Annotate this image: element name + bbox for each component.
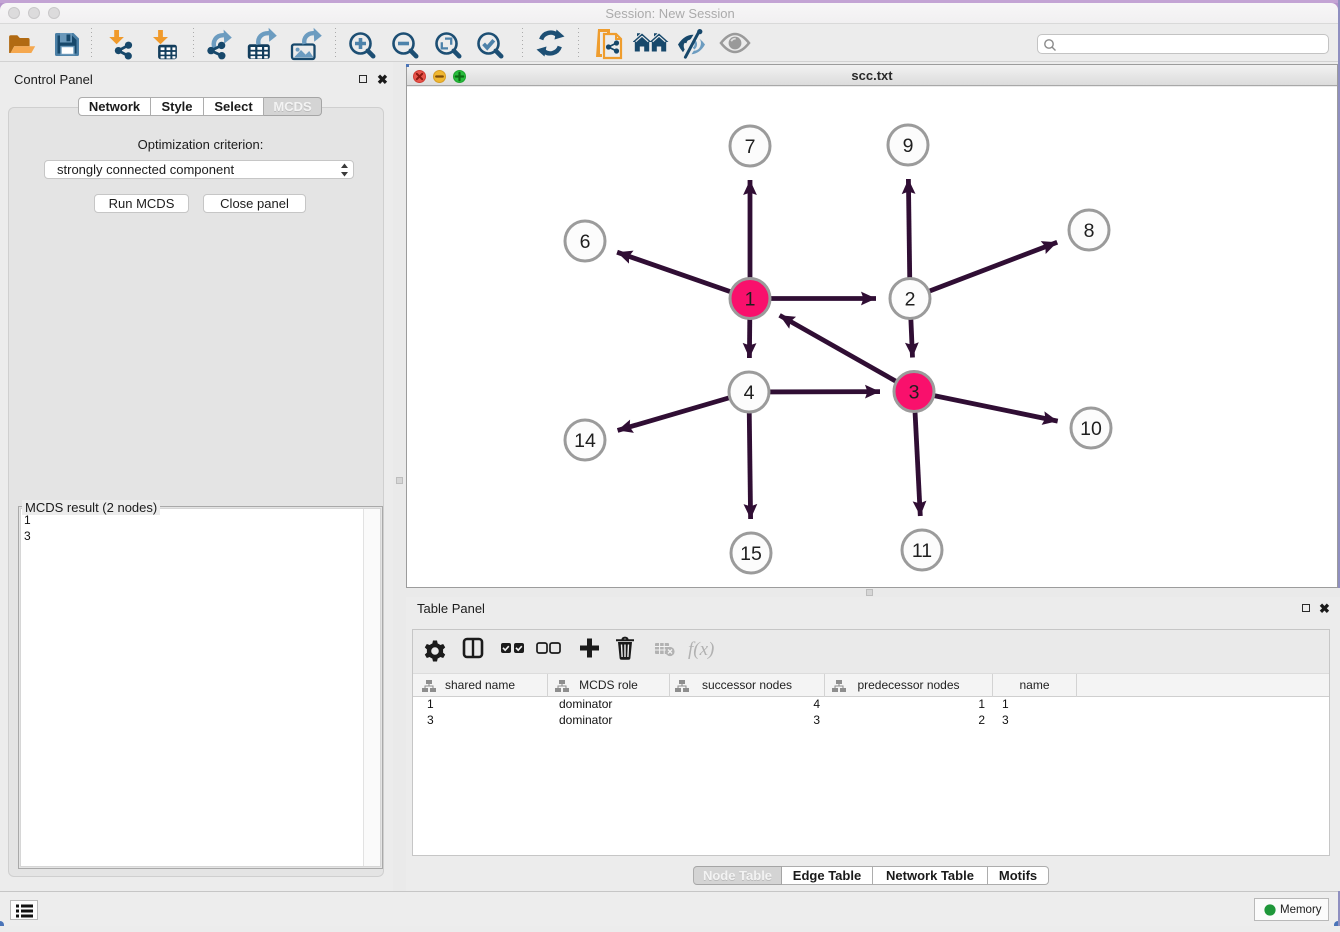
svg-text:3: 3 — [909, 382, 920, 404]
svg-text:7: 7 — [745, 136, 756, 158]
svg-text:10: 10 — [1080, 418, 1102, 440]
svg-text:2: 2 — [905, 289, 916, 311]
svg-text:14: 14 — [574, 430, 596, 452]
svg-text:11: 11 — [912, 540, 932, 562]
svg-text:6: 6 — [580, 231, 591, 253]
svg-text:1: 1 — [745, 289, 756, 311]
svg-text:15: 15 — [740, 543, 762, 565]
svg-text:f(x): f(x) — [688, 639, 714, 660]
svg-text:4: 4 — [744, 382, 755, 404]
svg-text:8: 8 — [1084, 220, 1095, 242]
svg-text:9: 9 — [903, 135, 914, 157]
